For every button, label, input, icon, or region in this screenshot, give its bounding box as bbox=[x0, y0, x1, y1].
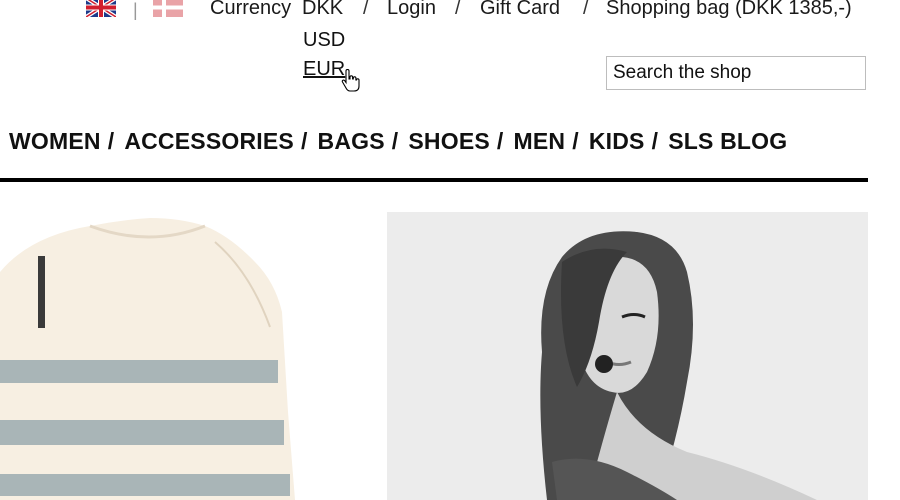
separator: / bbox=[363, 0, 369, 19]
nav-item-shoes[interactable]: SHOES bbox=[408, 128, 490, 155]
search-input[interactable] bbox=[606, 56, 866, 90]
nav-divider bbox=[0, 178, 868, 182]
nav-separator: / bbox=[651, 128, 659, 154]
currency-option-usd[interactable]: USD bbox=[303, 26, 345, 55]
uk-flag-icon[interactable] bbox=[86, 0, 116, 17]
nav-item-accessories[interactable]: ACCESSORIES bbox=[124, 128, 294, 155]
tattooed-model-photo[interactable] bbox=[387, 212, 868, 500]
shopping-bag-link[interactable]: Shopping bag (DKK 1385,-) bbox=[606, 0, 852, 18]
nav-separator: / bbox=[391, 128, 399, 154]
nav-item-women[interactable]: WOMEN bbox=[9, 128, 101, 155]
nav-separator: / bbox=[300, 128, 308, 154]
main-navigation: WOMEN / ACCESSORIES / BAGS / SHOES / MEN / KIDS / SL… bbox=[9, 128, 787, 158]
nav-item-men[interactable]: MEN bbox=[514, 128, 566, 155]
flag-separator: | bbox=[133, 0, 138, 20]
currency-dropdown: USD EUR bbox=[303, 26, 345, 84]
login-link[interactable]: Login bbox=[387, 0, 436, 18]
currency-option-eur[interactable]: EUR bbox=[303, 55, 345, 84]
gift-card-link[interactable]: Gift Card bbox=[480, 0, 560, 18]
nav-separator: / bbox=[572, 128, 579, 154]
hand-cursor-icon bbox=[340, 68, 362, 98]
currency-label: Currency bbox=[210, 0, 292, 19]
nav-item-bags[interactable]: BAGS bbox=[318, 128, 385, 155]
top-utility-bar: | Currency DKK / Login / Gift Card / Sho… bbox=[0, 0, 900, 22]
striped-sweater-image[interactable] bbox=[0, 212, 330, 500]
currency-selector[interactable]: DKK bbox=[302, 0, 343, 18]
nav-separator: / bbox=[107, 128, 115, 154]
nav-item-kids[interactable]: KIDS bbox=[589, 128, 645, 155]
nav-item-sls-blog[interactable]: SLS BLOG bbox=[668, 128, 787, 155]
denmark-flag-icon[interactable] bbox=[153, 0, 183, 17]
nav-separator: / bbox=[496, 128, 504, 154]
separator: / bbox=[583, 0, 589, 19]
separator: / bbox=[455, 0, 461, 19]
